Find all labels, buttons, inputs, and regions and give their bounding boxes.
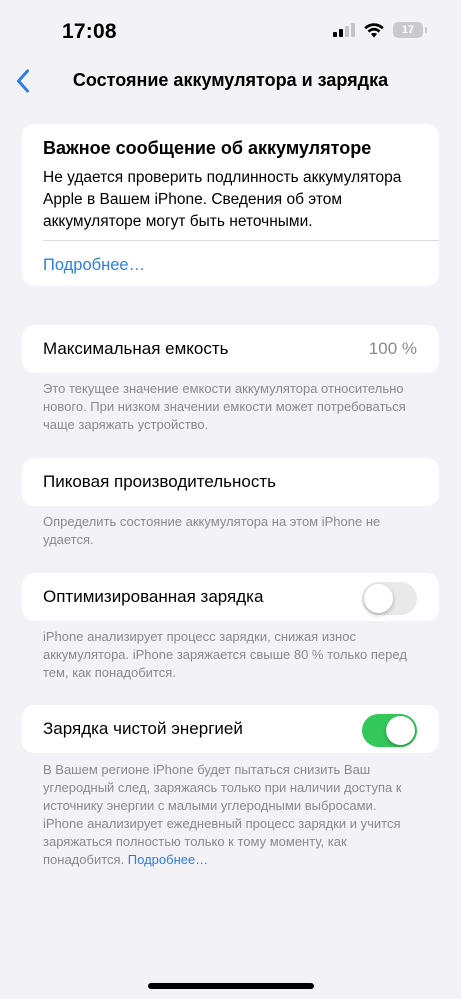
battery-level: 17 [401, 24, 415, 36]
alert-title: Важное сообщение об аккумуляторе [43, 138, 372, 158]
home-indicator[interactable] [148, 983, 314, 989]
alert-body: Не удается проверить подлинность аккумул… [43, 169, 402, 230]
max-capacity-label: Максимальная емкость [43, 339, 229, 358]
status-bar: 17:08 17 [0, 0, 461, 56]
toggle-knob [364, 584, 393, 613]
max-capacity-footnote: Это текущее значение емкости аккумулятор… [43, 381, 406, 432]
chevron-left-icon [17, 69, 29, 93]
optimized-charging-label: Оптимизированная зарядка [43, 587, 264, 606]
nav-bar: Состояние аккумулятора и зарядка [0, 56, 461, 108]
status-time: 17:08 [62, 20, 117, 43]
alert-learn-more-link[interactable]: Подробнее… [43, 256, 145, 275]
clean-energy-row: Зарядка чистой энергией [22, 705, 439, 753]
clean-energy-learn-more-link[interactable]: Подробнее… [128, 852, 208, 867]
page-title: Состояние аккумулятора и зарядка [72, 70, 389, 90]
cellular-signal-icon [333, 23, 355, 37]
peak-performance-row: Пиковая производительность [22, 458, 439, 506]
clean-energy-footnote-text: В Вашем регионе iPhone будет пытаться сн… [43, 762, 402, 867]
optimized-charging-footnote: iPhone анализирует процесс зарядки, сниж… [43, 629, 407, 680]
back-button[interactable] [8, 64, 38, 98]
peak-performance-label: Пиковая производительность [43, 472, 277, 491]
clean-energy-footnote: В Вашем регионе iPhone будет пытаться сн… [43, 761, 415, 869]
max-capacity-value: 100 % [368, 339, 417, 358]
divider [43, 240, 439, 241]
optimized-charging-row: Оптимизированная зарядка [22, 573, 439, 621]
peak-performance-footnote: Определить состояние аккумулятора на это… [43, 514, 381, 547]
clean-energy-label: Зарядка чистой энергией [43, 719, 243, 738]
battery-alert-card: Важное сообщение об аккумуляторе Не удае… [22, 124, 439, 286]
toggle-knob [386, 716, 415, 745]
max-capacity-row: Максимальная емкость 100 % [22, 325, 439, 373]
optimized-charging-toggle[interactable] [362, 582, 417, 615]
clean-energy-toggle[interactable] [362, 714, 417, 747]
battery-icon: 17 [393, 22, 427, 38]
wifi-icon [364, 22, 384, 37]
status-icons: 17 [333, 22, 427, 38]
